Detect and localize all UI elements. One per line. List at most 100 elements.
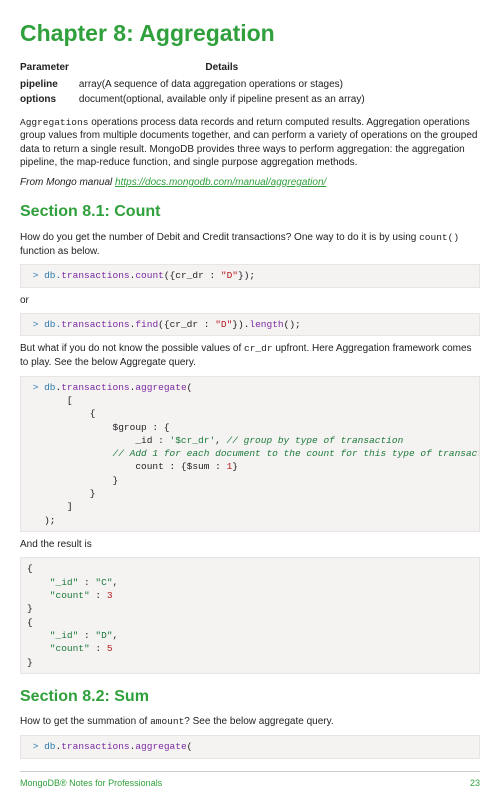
tok: count [27, 461, 164, 472]
s82-p1: How to get the summation of amount? See … [20, 715, 480, 729]
tok: aggregate [135, 741, 186, 752]
tok: "D" [215, 319, 232, 330]
tok: : [198, 319, 215, 330]
tok: : [152, 435, 169, 446]
param-details-pipeline: array(A sequence of data aggregation ope… [79, 77, 375, 93]
tok: } [27, 603, 33, 614]
section-8-1-heading: Section 8.1: Count [20, 201, 480, 223]
intro-lead-mono: Aggregations [20, 117, 88, 128]
manual-reference: From Mongo manual https://docs.mongodb.c… [20, 176, 480, 190]
table-row: options document(optional, available onl… [20, 92, 375, 108]
s81-p2-a: But what if you do not know the possible… [20, 343, 244, 354]
code-result: { "_id" : "C", "count" : 3 } { "_id" : "… [20, 557, 480, 673]
tok: : [209, 461, 226, 472]
tok: : { [164, 461, 187, 472]
tok: > db [27, 741, 56, 752]
s81-or: or [20, 294, 480, 308]
tok: ({ [164, 270, 175, 281]
param-name-pipeline: pipeline [20, 77, 79, 93]
tok: '$cr_dr' [170, 435, 216, 446]
tok: } [27, 657, 33, 668]
tok: : [90, 643, 107, 654]
params-header-details: Details [79, 59, 375, 77]
tok: cr_dr [170, 319, 199, 330]
tok: $group [27, 422, 147, 433]
tok: } [27, 475, 118, 486]
tok: { [27, 563, 33, 574]
chapter-title: Chapter 8: Aggregation [20, 18, 480, 49]
tok: "count" [27, 643, 90, 654]
tok: > db. [27, 270, 61, 281]
code-aggregate: > db.transactions.aggregate( [ { $group … [20, 376, 480, 532]
tok: : [204, 270, 221, 281]
tok: ({ [158, 319, 169, 330]
tok: } [27, 488, 95, 499]
tok: [ [27, 395, 73, 406]
tok: transactions [61, 270, 129, 281]
tok: }). [232, 319, 249, 330]
tok: transactions [61, 741, 129, 752]
tok: }); [238, 270, 255, 281]
param-details-options: document(optional, available only if pip… [79, 92, 375, 108]
table-row: pipeline array(A sequence of data aggreg… [20, 77, 375, 93]
tok: find [135, 319, 158, 330]
tok: "_id" [27, 577, 78, 588]
tok: transactions [61, 382, 129, 393]
code-aggregate-2: > db.transactions.aggregate( [20, 735, 480, 758]
tok: } [232, 461, 238, 472]
tok: // Add 1 for each document to the count … [27, 448, 480, 459]
tok: { [27, 408, 95, 419]
tok: transactions [61, 319, 129, 330]
s82-p1-a: How to get the summation of [20, 716, 150, 727]
tok: cr_dr [175, 270, 204, 281]
tok: (); [284, 319, 301, 330]
tok: ] [27, 501, 73, 512]
s81-p1-b: function as below. [20, 246, 100, 257]
tok: _id [27, 435, 152, 446]
tok: "D" [221, 270, 238, 281]
tok: : [90, 590, 107, 601]
intro-lead-rest: operations process data records and retu… [20, 117, 478, 169]
page-footer: MongoDB® Notes for Professionals 23 [20, 771, 480, 799]
tok: // group by type of transaction [227, 435, 404, 446]
tok: , [215, 435, 226, 446]
count-fn-text: count() [419, 232, 459, 243]
tok: > db. [27, 319, 61, 330]
tok: , [113, 577, 119, 588]
tok: 3 [107, 590, 113, 601]
tok: ( [187, 741, 193, 752]
code-find-length: > db.transactions.find({cr_dr : "D"}).le… [20, 313, 480, 336]
tok: "D" [95, 630, 112, 641]
tok: "_id" [27, 630, 78, 641]
parameters-table: Parameter Details pipeline array(A seque… [20, 59, 375, 108]
tok: $sum [187, 461, 210, 472]
tok: ); [27, 515, 56, 526]
s81-result-label: And the result is [20, 538, 480, 552]
tok: : [78, 577, 95, 588]
s81-p1: How do you get the number of Debit and C… [20, 231, 480, 258]
params-header-parameter: Parameter [20, 59, 79, 77]
tok: ( [187, 382, 193, 393]
code-count: > db.transactions.count({cr_dr : "D"}); [20, 264, 480, 287]
footer-page-number: 23 [470, 777, 480, 789]
s82-p1-b: ? See the below aggregate query. [184, 716, 333, 727]
tok: "C" [95, 577, 112, 588]
s81-p1-a: How do you get the number of Debit and C… [20, 232, 419, 243]
tok: count [135, 270, 164, 281]
tok: : { [147, 422, 170, 433]
intro-paragraph: Aggregations operations process data rec… [20, 116, 480, 170]
tok: , [113, 630, 119, 641]
s81-p1-mono: count() [419, 232, 459, 243]
tok: > db [27, 382, 56, 393]
tok: length [249, 319, 283, 330]
tok: aggregate [135, 382, 186, 393]
tok: 5 [107, 643, 113, 654]
manual-link[interactable]: https://docs.mongodb.com/manual/aggregat… [115, 177, 326, 188]
s81-p2-mono: cr_dr [244, 343, 273, 354]
manual-prefix: From Mongo manual [20, 177, 115, 188]
section-8-2-heading: Section 8.2: Sum [20, 686, 480, 708]
footer-book-title: MongoDB® Notes for Professionals [20, 777, 162, 789]
tok: : [78, 630, 95, 641]
param-name-options: options [20, 92, 79, 108]
s81-p2: But what if you do not know the possible… [20, 342, 480, 369]
